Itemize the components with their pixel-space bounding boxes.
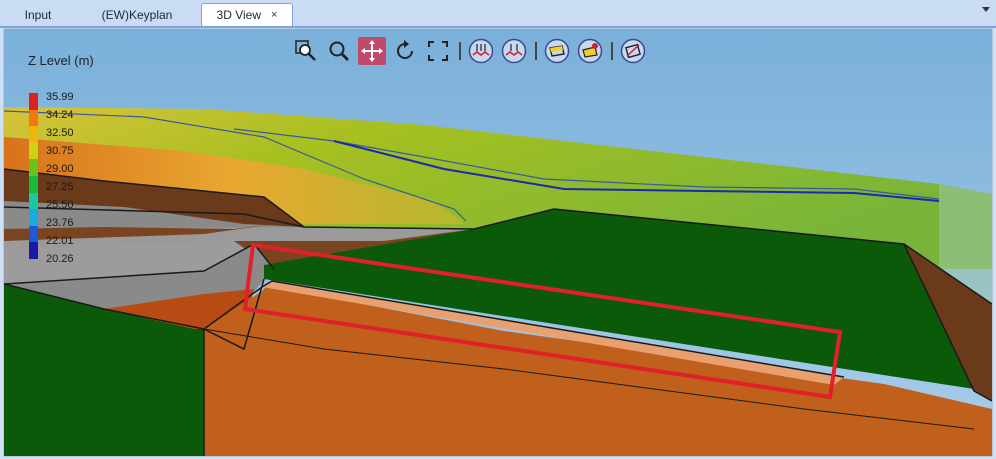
tab-label: Input bbox=[24, 7, 52, 22]
legend-value: 25.50 bbox=[46, 199, 74, 211]
fit-view-icon[interactable] bbox=[424, 37, 452, 65]
z-level-legend: Z Level (m) 35.99 34.24 32.50 30.75 29.0… bbox=[24, 53, 134, 293]
legend-swatch bbox=[29, 242, 38, 259]
tab-label: (EW)Keyplan bbox=[101, 7, 173, 22]
legend-swatch bbox=[29, 142, 38, 160]
legend-swatch bbox=[29, 209, 38, 226]
toolbar-separator bbox=[535, 42, 537, 60]
section-view-icon[interactable] bbox=[619, 37, 647, 65]
tab-3d-view[interactable]: 3D View × bbox=[201, 3, 293, 26]
legend-swatch bbox=[29, 126, 38, 143]
legend-labels: 35.99 34.24 32.50 30.75 29.00 27.25 25.5… bbox=[46, 88, 74, 268]
layer-fill-icon[interactable] bbox=[576, 37, 604, 65]
legend-value: 35.99 bbox=[46, 91, 74, 103]
tab-input[interactable]: Input bbox=[8, 3, 68, 26]
rotate-icon[interactable] bbox=[391, 37, 419, 65]
tab-list-dropdown-icon[interactable] bbox=[982, 7, 990, 12]
legend-title: Z Level (m) bbox=[28, 53, 94, 68]
legend-swatch bbox=[29, 109, 38, 127]
tab-ew-keyplan[interactable]: (EW)Keyplan bbox=[88, 3, 186, 26]
legend-swatch bbox=[29, 225, 38, 243]
legend-swatch bbox=[29, 192, 38, 210]
surface-contour-alt-icon[interactable] bbox=[500, 37, 528, 65]
legend-value: 29.00 bbox=[46, 163, 74, 175]
pan-icon[interactable] bbox=[358, 37, 386, 65]
legend-value: 32.50 bbox=[46, 127, 74, 139]
legend-value: 30.75 bbox=[46, 145, 74, 157]
legend-swatch bbox=[29, 175, 38, 193]
layer-frame-icon[interactable] bbox=[543, 37, 571, 65]
tab-label: 3D View bbox=[216, 8, 262, 22]
legend-swatch bbox=[29, 93, 38, 110]
zoom-icon[interactable] bbox=[325, 37, 353, 65]
toolbar-separator bbox=[459, 42, 461, 60]
terrain-scene bbox=[4, 29, 992, 456]
toolbar-separator bbox=[611, 42, 613, 60]
surface-contour-icon[interactable] bbox=[467, 37, 495, 65]
tab-bar: Input (EW)Keyplan 3D View × bbox=[0, 0, 996, 28]
legend-value: 20.26 bbox=[46, 253, 74, 265]
zoom-extents-icon[interactable] bbox=[292, 37, 320, 65]
legend-value: 23.76 bbox=[46, 217, 74, 229]
legend-value: 34.24 bbox=[46, 109, 74, 121]
legend-color-bar bbox=[29, 93, 38, 259]
legend-value: 22.01 bbox=[46, 235, 74, 247]
legend-swatch bbox=[29, 159, 38, 176]
legend-value: 27.25 bbox=[46, 181, 74, 193]
close-icon[interactable]: × bbox=[271, 9, 277, 21]
3d-viewport[interactable]: Z Level (m) 35.99 34.24 32.50 30.75 29.0… bbox=[3, 28, 993, 457]
view-toolbar bbox=[292, 36, 652, 66]
